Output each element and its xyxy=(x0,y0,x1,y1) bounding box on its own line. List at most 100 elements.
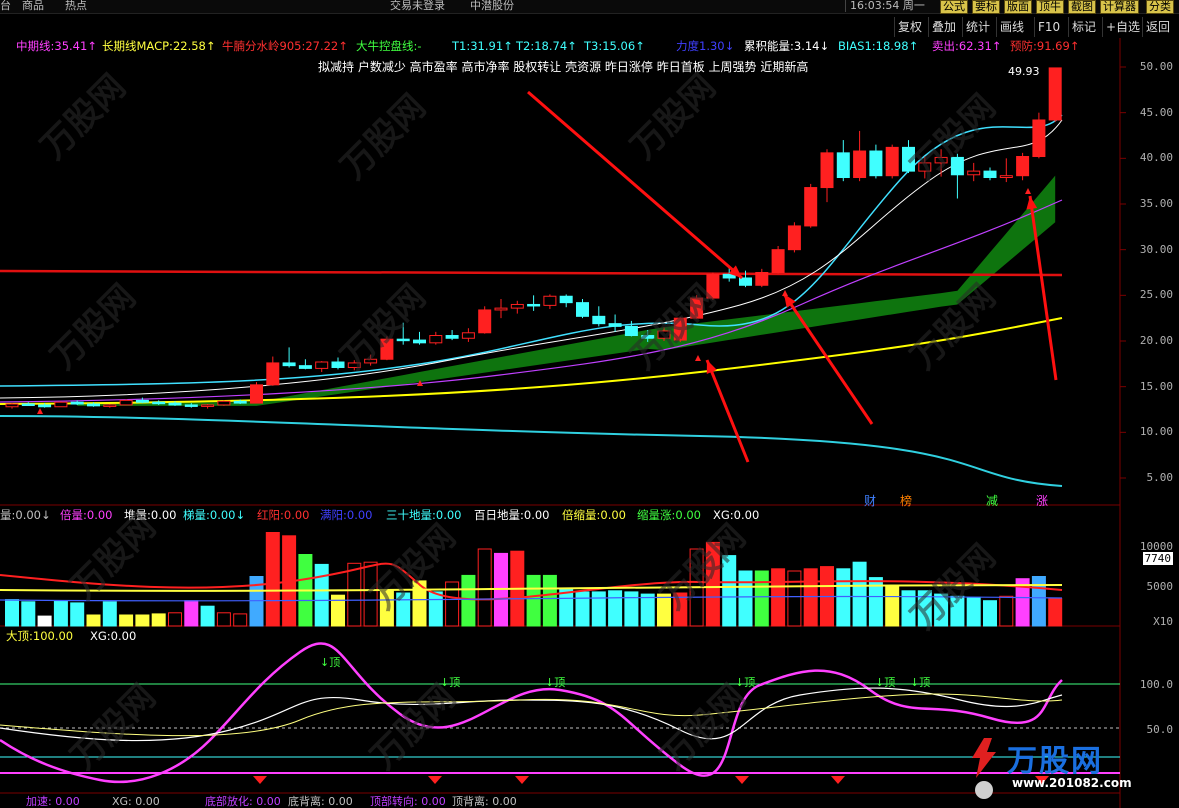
candle-body xyxy=(673,317,687,341)
volume-bar xyxy=(37,615,52,627)
indicator-5: T2:18.74↑ xyxy=(516,39,577,53)
bottom-indicator-0: 加速: 0.00 xyxy=(26,795,80,808)
candle-body xyxy=(201,404,215,407)
volume-indicator-5: 满阳:0.00 xyxy=(320,508,373,522)
bottom-indicator-4: 顶部转向: 0.00 xyxy=(370,795,446,808)
buy-signal-icon xyxy=(695,355,701,361)
signals-text: 拟减持 户数减少 高市盈率 高市净率 股权转让 壳资源 昨日涨停 昨日首板 上周… xyxy=(318,60,809,74)
candle-body xyxy=(527,303,541,307)
annotation-arrow xyxy=(705,359,750,463)
candle-body xyxy=(706,273,720,299)
candle-body xyxy=(787,225,801,251)
price-axis-label: 45.00 xyxy=(1139,105,1173,119)
watershed-line xyxy=(0,269,1063,277)
volume-indicator-6: 三十地量:0.00 xyxy=(386,508,462,522)
bottom-signal-icon xyxy=(428,776,442,784)
volume-bar xyxy=(1048,598,1063,627)
volume-bar xyxy=(461,574,476,627)
candle-body xyxy=(70,401,84,405)
volume-indicator-3: 梯量:0.00↓ xyxy=(183,508,246,522)
candle-body xyxy=(934,156,948,164)
volume-indicator-9: 缩量涨:0.00 xyxy=(637,508,701,522)
candle-body xyxy=(1016,156,1030,177)
candle-body xyxy=(331,361,345,368)
price-axis-label: 5.00 xyxy=(1146,471,1174,484)
volume-bar xyxy=(363,561,378,627)
volume-bar xyxy=(640,593,655,627)
volume-bar xyxy=(314,563,329,627)
osc-magenta-line xyxy=(0,642,1063,784)
osc-top-label: ↓顶 xyxy=(320,656,340,669)
control-band xyxy=(77,175,1056,406)
candle-body xyxy=(250,384,263,404)
volume-indicator-8: 倍缩量:0.00 xyxy=(562,508,626,522)
indicator-1: 长期线MACP:22.58↑ xyxy=(102,39,216,53)
candle-body xyxy=(869,150,883,177)
volume-bar xyxy=(591,591,606,627)
price-axis-label: 25.00 xyxy=(1139,288,1173,302)
candle-body xyxy=(233,400,247,404)
osc-top-label: ↓顶 xyxy=(875,676,895,689)
buy-signal-icon xyxy=(37,408,43,414)
annotation-arrow xyxy=(527,90,743,280)
candle-body xyxy=(576,302,589,317)
indicator-3: 大牛控盘线:- xyxy=(356,39,422,53)
candle-body xyxy=(217,400,231,406)
candle-body xyxy=(657,330,671,339)
candle-body xyxy=(804,187,818,227)
stock-chart[interactable]: ↓顶 ↓顶 ↓顶 ↓顶 ↓顶 ↓顶 xyxy=(0,0,1179,808)
volume-bar xyxy=(705,541,720,627)
candle-body xyxy=(918,162,932,172)
volume-bar xyxy=(575,591,590,627)
price-axis-label: 15.00 xyxy=(1139,379,1173,393)
candle-body xyxy=(282,362,296,367)
volume-bar xyxy=(950,595,965,627)
candle-body xyxy=(820,152,834,189)
indicator-2: 牛腩分水岭905:27.22↑ xyxy=(222,39,348,53)
candle-body xyxy=(5,403,19,408)
logo-bull-icon xyxy=(972,738,996,799)
candle-body xyxy=(543,295,557,306)
volume-bar xyxy=(168,612,182,627)
candle-body xyxy=(510,303,524,309)
candle-body xyxy=(103,404,117,407)
candle-body xyxy=(950,156,964,176)
bottom-indicator-bar: 加速: 0.00 XG: 0.00 底部放化: 0.00 底背离: 0.00 顶部转向:… xyxy=(0,796,1120,808)
volume-bar xyxy=(265,532,280,627)
candle-body xyxy=(559,295,573,304)
price-axis-label: 30.00 xyxy=(1139,242,1173,256)
indicator-7: 力度1.30↓ xyxy=(676,39,735,53)
candle-body xyxy=(119,399,133,406)
volume-bar xyxy=(934,593,949,627)
candle-body xyxy=(315,361,329,369)
volume-bar xyxy=(738,570,753,627)
bottom-signal-icon xyxy=(515,776,529,784)
osc-indicator-1: XG:0.00 xyxy=(90,629,137,643)
candle-body xyxy=(690,297,704,319)
candle-body xyxy=(967,170,981,176)
volume-bar xyxy=(901,590,916,627)
indicator-11: 预防:91.69↑ xyxy=(1010,39,1080,53)
candle-body xyxy=(54,401,68,408)
candle-body xyxy=(21,403,35,407)
volume-indicator-7: 百日地量:0.00 xyxy=(474,508,550,522)
volume-bar xyxy=(21,601,36,627)
candle-body xyxy=(608,323,622,327)
candle-body xyxy=(168,402,182,406)
volume-bar xyxy=(53,600,68,627)
candle-body xyxy=(739,277,752,286)
indicator-8: 累积能量:3.14↓ xyxy=(744,39,830,53)
volume-bar xyxy=(135,614,150,627)
candle-body xyxy=(1048,67,1062,121)
volume-indicator-0: 量:0.00↓ xyxy=(0,508,51,522)
candle-body xyxy=(429,335,443,344)
t3-line xyxy=(0,415,1063,487)
candle-body xyxy=(347,362,361,368)
candle-body xyxy=(885,146,899,177)
candle-body xyxy=(413,339,426,344)
candle-body xyxy=(266,362,280,386)
volume-bar xyxy=(86,614,101,627)
price-axis-label: 40.00 xyxy=(1139,151,1173,165)
volume-bar xyxy=(917,590,932,627)
volume-bar xyxy=(673,592,688,627)
